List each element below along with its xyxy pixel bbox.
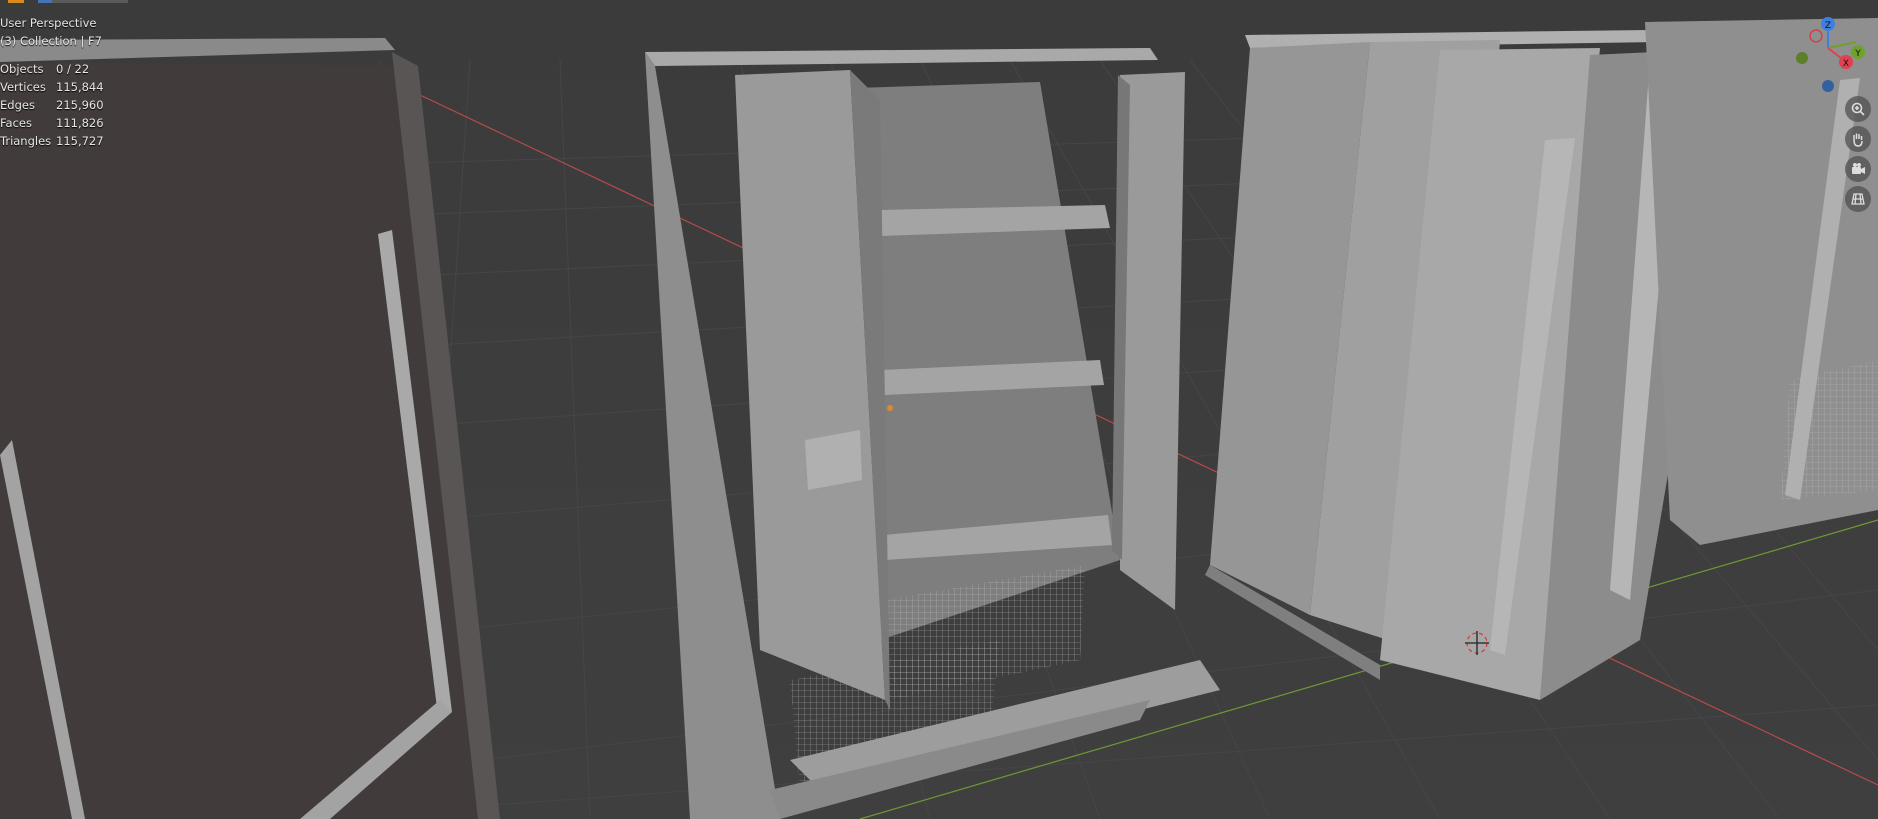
stat-value: 111,826 xyxy=(56,116,104,130)
gizmo-neg-y-handle xyxy=(1796,52,1808,64)
fridge-left xyxy=(0,38,500,819)
hand-pan-icon[interactable] xyxy=(1845,126,1871,152)
stat-label: Objects xyxy=(0,62,44,76)
zoom-icon[interactable] xyxy=(1845,96,1871,122)
stat-value: 0 / 22 xyxy=(56,62,90,76)
3d-viewport[interactable]: User Perspective (3) Collection | F7 Obj… xyxy=(0,0,1878,819)
view-name: User Perspective xyxy=(0,16,97,30)
gizmo-neg-z-handle xyxy=(1822,80,1834,92)
navigation-gizmo[interactable]: Z Y X xyxy=(1782,10,1878,100)
viewport-info-overlay: User Perspective (3) Collection | F7 Obj… xyxy=(0,14,104,150)
stat-edges: Edges 215,960 xyxy=(0,96,104,114)
gizmo-y-label: Y xyxy=(1854,49,1861,59)
stat-value: 115,844 xyxy=(56,80,104,94)
stat-label: Faces xyxy=(0,116,32,130)
gizmo-neg-x-handle xyxy=(1809,29,1823,43)
camera-icon[interactable] xyxy=(1845,156,1871,182)
scene-render[interactable] xyxy=(0,0,1878,819)
stat-faces: Faces 111,826 xyxy=(0,114,104,132)
stat-label: Triangles xyxy=(0,134,52,148)
stat-value: 115,727 xyxy=(56,134,104,148)
stat-value: 215,960 xyxy=(56,98,104,112)
gizmo-z-label: Z xyxy=(1825,21,1831,31)
collection-label: (3) Collection | F7 xyxy=(0,34,102,48)
stat-label: Edges xyxy=(0,98,35,112)
stat-vertices: Vertices 115,844 xyxy=(0,78,104,96)
grid-view-icon[interactable] xyxy=(1845,186,1871,212)
gizmo-x-label: X xyxy=(1843,59,1849,69)
header-strip xyxy=(0,0,130,4)
stat-triangles: Triangles 115,727 xyxy=(0,132,104,150)
stat-objects: Objects 0 / 22 xyxy=(0,60,104,78)
stat-label: Vertices xyxy=(0,80,46,94)
